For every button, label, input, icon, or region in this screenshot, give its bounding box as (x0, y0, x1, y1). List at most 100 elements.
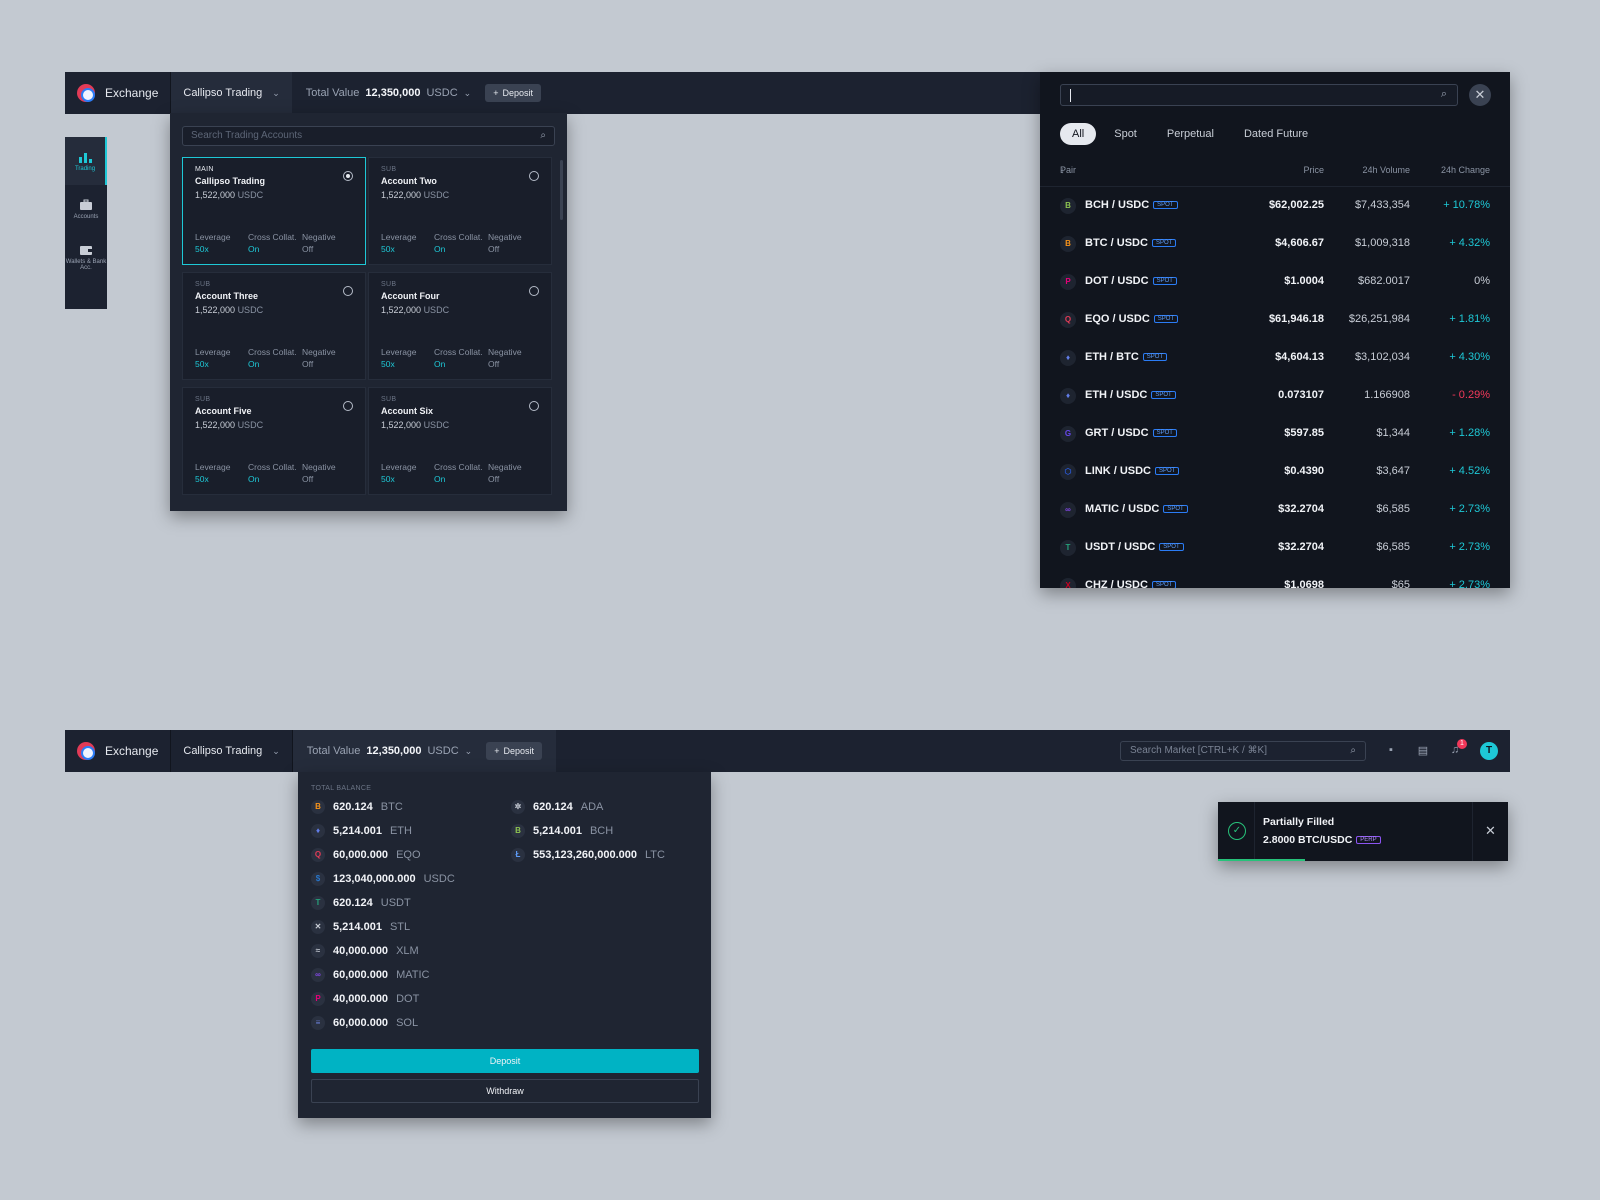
volume-value: $682.0017 (1358, 275, 1410, 287)
avatar[interactable]: T (1480, 742, 1498, 760)
tab-dated-future[interactable]: Dated Future (1232, 123, 1320, 145)
deposit-button[interactable]: Deposit (311, 1049, 699, 1073)
stat: Cross Collat. On (248, 462, 302, 484)
col-change[interactable]: 24h Change (1441, 165, 1490, 175)
plus-icon: + (494, 746, 500, 756)
stat-label: Cross Collat. (248, 232, 297, 242)
balance-amount: 40,000.000 (333, 945, 389, 957)
account-card[interactable]: MAIN Callipso Trading 1,522,000 USDC Levera… (182, 157, 366, 265)
brand[interactable]: Exchange (65, 72, 172, 114)
col-volume[interactable]: 24h Volume (1362, 165, 1410, 175)
account-type: MAIN (195, 166, 214, 173)
account-card[interactable]: SUB Account Three 1,522,000 USDC Leverage 50… (182, 272, 366, 380)
sidebar-item-wallets[interactable]: Wallets & Bank Acc. (65, 233, 107, 281)
close-icon[interactable]: ✕ (1469, 84, 1491, 106)
bar-chart-icon (79, 152, 92, 163)
market-row[interactable]: ∞ MATIC / USDC SPOT $32.2704 $6,585 + 2.73% (1060, 490, 1490, 528)
account-selector[interactable]: Callipso Trading ⌄ (171, 72, 292, 114)
coin-icon: $ (311, 872, 325, 886)
account-type: SUB (195, 281, 211, 288)
coin-icon: T (311, 896, 325, 910)
search-accounts-input[interactable]: Search Trading Accounts ⌕ (182, 126, 555, 146)
sidebar-item-trading[interactable]: Trading (65, 137, 107, 185)
close-icon[interactable]: ✕ (1472, 802, 1508, 861)
tab-perpetual[interactable]: Perpetual (1155, 123, 1226, 145)
deposit-button[interactable]: + Deposit (486, 742, 542, 760)
price-value: $32.2704 (1278, 541, 1324, 553)
arrow-down-icon: ↓ (1060, 165, 1065, 175)
volume-value: $3,102,034 (1354, 351, 1410, 363)
coin-icon: Q (311, 848, 325, 862)
radio-button[interactable] (529, 171, 539, 181)
stat: Negative Off (302, 232, 355, 254)
stat-label: Leverage (381, 347, 417, 357)
market-row[interactable]: ⬡ LINK / USDC SPOT $0.4390 $3,647 + 4.52% (1060, 452, 1490, 490)
market-row[interactable]: P DOT / USDC SPOT $1.0004 $682.0017 0% (1060, 262, 1490, 300)
balance-row: $123,040,000.000 USDC (311, 872, 455, 886)
total-value[interactable]: Total Value 12,350,000 USDC ⌄ + Deposit (292, 730, 556, 772)
order-toast: ✓ Partially Filled 2.8000 BTC/USDC PERP ✕ (1218, 802, 1508, 861)
scrollbar[interactable] (560, 160, 563, 220)
toast-detail: 2.8000 BTC/USDC PERP (1263, 834, 1381, 846)
tab-spot[interactable]: Spot (1102, 123, 1149, 145)
chat-icon[interactable]: ▪ (1384, 744, 1398, 758)
balance-symbol: EQO (396, 849, 421, 861)
toast-title: Partially Filled (1263, 816, 1335, 828)
balance-amount: 60,000.000 (333, 1017, 389, 1029)
brand[interactable]: Exchange (65, 730, 172, 772)
deposit-label: Deposit (502, 88, 533, 98)
market-row[interactable]: B BCH / USDC SPOT $62,002.25 $7,433,354 + 10.… (1060, 186, 1490, 224)
coin-icon: ✲ (511, 800, 525, 814)
market-row[interactable]: B BTC / USDC SPOT $4,606.67 $1,009,318 + 4.32… (1060, 224, 1490, 262)
stat-value: On (434, 244, 446, 254)
col-price[interactable]: Price (1303, 165, 1324, 175)
stat-value: On (248, 244, 260, 254)
coin-icon: P (311, 992, 325, 1006)
search-market-input[interactable]: Search Market [CTRL+K / ⌘K] ⌕ (1120, 741, 1366, 761)
tab-all[interactable]: All (1060, 123, 1097, 145)
radio-button[interactable] (343, 171, 353, 181)
market-search-input[interactable]: ⌕ (1060, 84, 1458, 106)
market-row[interactable]: X CHZ / USDC SPOT $1.0698 $65 + 2.73% (1060, 566, 1490, 588)
radio-button[interactable] (529, 286, 539, 296)
total-value-label: Total Value (305, 87, 360, 99)
divider (1254, 802, 1255, 861)
change-value: + 1.81% (1449, 313, 1490, 325)
balance-amount: 1,522,000 (195, 305, 236, 315)
withdraw-button[interactable]: Withdraw (311, 1079, 699, 1103)
market-row[interactable]: Q EQO / USDC SPOT $61,946.18 $26,251,984 + 1.… (1060, 300, 1490, 338)
account-card[interactable]: SUB Account Five 1,522,000 USDC Leverage 50x… (182, 387, 366, 495)
balance-row: Q 60,000.000 EQO (311, 848, 421, 862)
sidebar-item-accounts[interactable]: Accounts (65, 185, 107, 233)
stat-label: Negative (302, 462, 336, 472)
market-row[interactable]: ♦ ETH / USDC SPOT 0.073107 1.166908 - 0.29% (1060, 376, 1490, 414)
account-stats: Leverage 50x Cross Collat. On Negative Off (381, 347, 541, 369)
spot-badge: SPOT (1142, 353, 1168, 362)
account-selector[interactable]: Callipso Trading ⌄ (171, 730, 293, 772)
radio-button[interactable] (343, 286, 353, 296)
total-value[interactable]: Total Value 12,350,000 USDC ⌄ + Deposit (292, 84, 555, 102)
book-icon[interactable]: ▤ (1416, 744, 1430, 758)
deposit-button[interactable]: + Deposit (485, 84, 541, 102)
stat-value: 50x (381, 474, 395, 484)
radio-button[interactable] (343, 401, 353, 411)
account-card[interactable]: SUB Account Two 1,522,000 USDC Leverage 50x C… (368, 157, 552, 265)
balance-amount: 60,000.000 (333, 849, 389, 861)
radio-button[interactable] (529, 401, 539, 411)
balance-row: B 5,214.001 BCH (511, 824, 613, 838)
market-row[interactable]: ♦ ETH / BTC SPOT $4,604.13 $3,102,034 + 4.30% (1060, 338, 1490, 376)
stat-value: 50x (381, 359, 395, 369)
stat: Negative Off (488, 462, 541, 484)
account-card[interactable]: SUB Account Four 1,522,000 USDC Leverage 50x… (368, 272, 552, 380)
search-accounts-placeholder: Search Trading Accounts (191, 130, 303, 141)
toast-progress-bar (1218, 859, 1305, 861)
market-row[interactable]: G GRT / USDC SPOT $597.85 $1,344 + 1.28% (1060, 414, 1490, 452)
balance-row: ✕ 5,214.001 STL (311, 920, 410, 934)
balance-row: T 620.124 USDT (311, 896, 411, 910)
market-row[interactable]: T USDT / USDC SPOT $32.2704 $6,585 + 2.73% (1060, 528, 1490, 566)
account-card[interactable]: SUB Account Six 1,522,000 USDC Leverage 50x C… (368, 387, 552, 495)
toast-pair: BTC/USDC (1298, 834, 1353, 846)
briefcase-icon (80, 199, 92, 210)
bell-icon[interactable]: ♫ 1 (1448, 739, 1467, 758)
balance-row: P 40,000.000 DOT (311, 992, 419, 1006)
